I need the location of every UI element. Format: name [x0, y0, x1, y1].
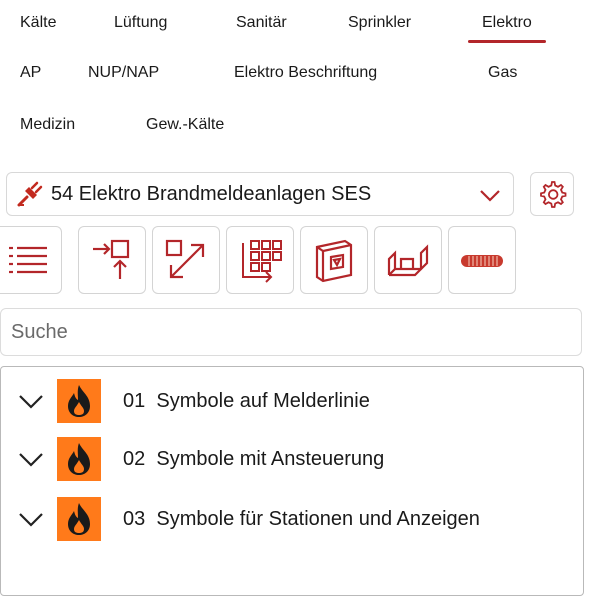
category-dropdown-value: 54 Elektro Brandmeldeanlagen SES — [51, 182, 372, 205]
tree-item[interactable]: 03 Symbole für Stationen und Anzeigen — [17, 497, 480, 541]
tab-gas[interactable]: Gas — [488, 64, 517, 82]
list-button[interactable] — [0, 226, 62, 294]
insert-upwards-icon — [93, 239, 130, 279]
chevron-down-icon[interactable] — [17, 391, 45, 411]
tab-kaelte[interactable]: Kälte — [20, 14, 56, 32]
tab-sprinkler[interactable]: Sprinkler — [348, 14, 411, 32]
floor-box-button[interactable] — [374, 226, 442, 294]
wall-box-button[interactable] — [300, 226, 368, 294]
tab-nup-nap[interactable]: NUP/NAP — [88, 64, 159, 82]
symbol-tree: 01 Symbole auf Melderlinie 02 Symbole mi… — [0, 366, 584, 596]
fire-icon — [57, 497, 101, 541]
tree-item-label: 01 Symbole auf Melderlinie — [123, 389, 370, 412]
chevron-down-icon — [480, 190, 500, 202]
grid-export-button[interactable] — [226, 226, 294, 294]
tree-item-label: 03 Symbole für Stationen und Anzeigen — [123, 507, 480, 530]
tree-item[interactable]: 01 Symbole auf Melderlinie — [17, 379, 370, 423]
fire-icon — [57, 437, 101, 481]
wall-box-icon — [315, 239, 353, 283]
diagonal-arrows-icon — [165, 239, 205, 279]
settings-button[interactable] — [530, 172, 574, 216]
cable-coil-button[interactable] — [448, 226, 516, 294]
floor-box-icon — [387, 244, 429, 277]
chevron-down-icon[interactable] — [17, 509, 45, 529]
cable-coil-icon — [461, 255, 503, 267]
gear-icon — [540, 181, 567, 208]
tree-item[interactable]: 02 Symbole mit Ansteuerung — [17, 437, 384, 481]
tree-item-label: 02 Symbole mit Ansteuerung — [123, 447, 385, 470]
tab-medizin[interactable]: Medizin — [20, 116, 75, 134]
tab-elektro[interactable]: Elektro — [468, 14, 546, 43]
plug-icon — [17, 181, 43, 207]
fire-icon — [57, 379, 101, 423]
tab-sanitaer[interactable]: Sanitär — [236, 14, 287, 32]
diagonal-arrows-button[interactable] — [152, 226, 220, 294]
category-dropdown[interactable]: 54 Elektro Brandmeldeanlagen SES — [6, 172, 514, 216]
search-input[interactable] — [0, 308, 582, 356]
tab-ap[interactable]: AP — [20, 64, 41, 82]
tab-lueftung[interactable]: Lüftung — [114, 14, 167, 32]
grid-export-icon — [242, 240, 282, 283]
chevron-down-icon[interactable] — [17, 449, 45, 469]
insert-upwards-button[interactable] — [78, 226, 146, 294]
tab-elektro-beschriftung[interactable]: Elektro Beschriftung — [234, 64, 377, 82]
list-icon — [9, 246, 47, 274]
tab-gew-kaelte[interactable]: Gew.-Kälte — [146, 116, 224, 134]
